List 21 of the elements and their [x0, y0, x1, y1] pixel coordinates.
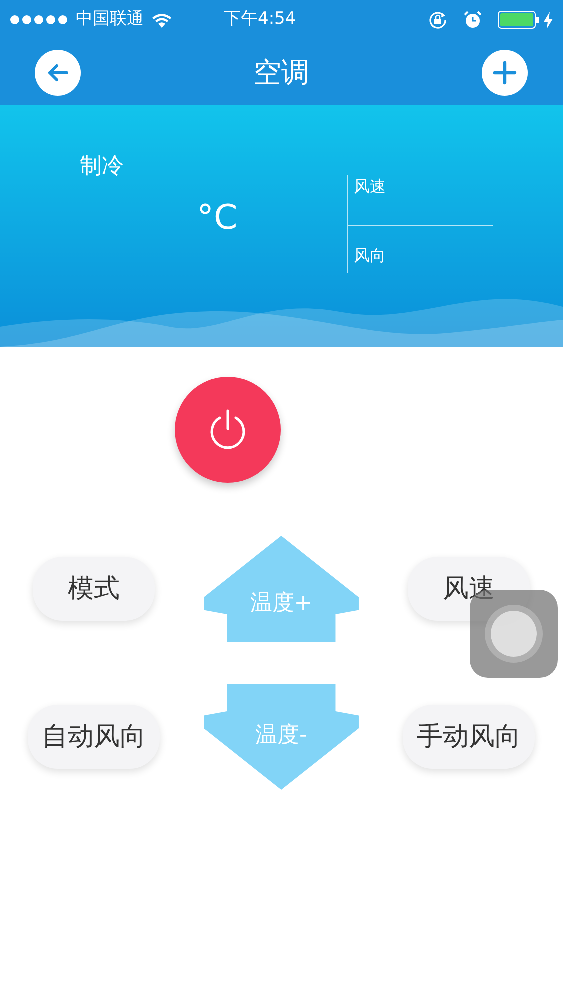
clock-time: 下午4:54 — [224, 8, 296, 32]
battery-icon — [498, 11, 540, 29]
power-icon — [208, 409, 248, 451]
alarm-icon — [464, 11, 482, 29]
back-button[interactable] — [35, 50, 81, 96]
plus-icon — [493, 60, 517, 84]
carrier-name: 中国联通 — [76, 8, 144, 32]
fan-speed-label: 风速 — [353, 177, 386, 196]
charging-icon — [544, 12, 553, 28]
signal-icon — [10, 15, 68, 25]
temperature-unit: °C — [197, 197, 238, 240]
control-button[interactable]: 手动风向 — [403, 705, 536, 769]
control-button[interactable]: 模式 — [32, 557, 155, 621]
back-arrow-icon — [47, 64, 69, 82]
mode-text: 制冷 — [80, 153, 124, 181]
control-button[interactable]: 自动风向 — [28, 705, 160, 769]
page-title: 空调 — [254, 54, 310, 90]
rotation-lock-icon — [428, 10, 448, 30]
add-button[interactable] — [482, 50, 528, 96]
fan-direction-label: 风向 — [353, 246, 386, 265]
wifi-icon — [152, 12, 172, 28]
